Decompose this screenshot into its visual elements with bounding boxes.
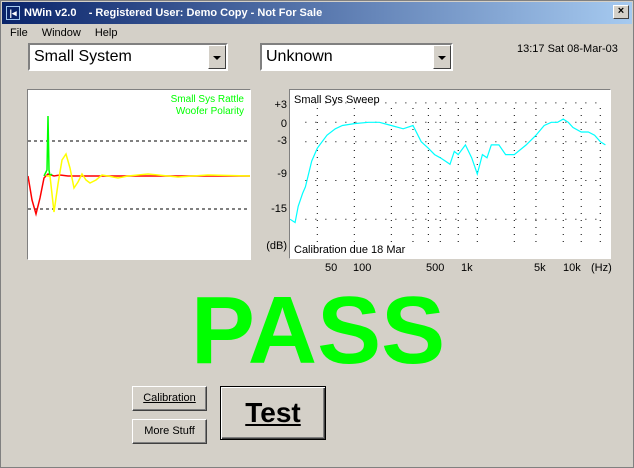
system-select[interactable]: Small System [28, 43, 228, 71]
sweep-plot: Small Sys Sweep Calibration due 18 Mar [289, 94, 606, 256]
rattle-trace [43, 115, 53, 178]
x-tick-label: 100 [353, 262, 372, 274]
status-select-value: Unknown [266, 48, 333, 65]
calibration-button[interactable]: Calibration [132, 386, 207, 411]
rattle-yellow-trace [46, 152, 251, 213]
menu-help[interactable]: Help [87, 27, 124, 39]
y-tick-label: -3 [277, 135, 287, 147]
x-tick-label: 50 [325, 262, 338, 274]
x-tick-label: 500 [426, 262, 445, 274]
legend-line1: Small Sys Rattle [171, 94, 245, 105]
x-axis-label: (Hz) [591, 262, 612, 274]
sweep-panel: Small Sys Sweep Calibration due 18 Mar [289, 89, 611, 259]
app-window: |◂ NWin v2.0 - Registered User: Demo Cop… [0, 0, 634, 468]
status-select[interactable]: Unknown [260, 43, 453, 71]
system-select-value: Small System [34, 48, 132, 65]
chevron-down-icon[interactable] [208, 45, 226, 69]
chevron-down-icon[interactable] [433, 45, 451, 69]
x-tick-label: 1k [461, 262, 473, 274]
calibration-note: Calibration due 18 Mar [294, 244, 406, 256]
result-pass-text: PASS [190, 277, 446, 384]
window-title: NWin v2.0 - Registered User: Demo Copy -… [24, 7, 323, 19]
woofer-polarity-trace [27, 173, 250, 217]
test-button-label: Test [245, 397, 301, 428]
more-stuff-button-label: More Stuff [144, 425, 195, 437]
waveform-plot: Small Sys Rattle Woofer Polarity [27, 94, 251, 217]
y-tick-label: +3 [274, 99, 287, 111]
x-tick-label: 5k [534, 262, 546, 274]
title-bar[interactable]: |◂ NWin v2.0 - Registered User: Demo Cop… [2, 2, 632, 24]
test-button[interactable]: Test [220, 386, 326, 440]
menu-file[interactable]: File [2, 27, 34, 39]
close-button[interactable]: × [613, 5, 629, 19]
sweep-title: Small Sys Sweep [294, 94, 380, 106]
y-tick-label: 0 [280, 118, 287, 130]
legend-line2: Woofer Polarity [176, 106, 244, 117]
more-stuff-button[interactable]: More Stuff [132, 419, 207, 444]
app-icon[interactable]: |◂ [6, 6, 20, 20]
y-tick-label: -15 [271, 203, 287, 215]
calibration-button-label: Calibration [143, 392, 196, 404]
x-tick-label: 10k [563, 262, 581, 274]
menu-window[interactable]: Window [34, 27, 87, 39]
menu-bar: File Window Help [2, 24, 123, 42]
rattle-polarity-panel: Small Sys Rattle Woofer Polarity [27, 89, 251, 260]
sweep-series-line [289, 118, 606, 224]
datetime-display: 13:17 Sat 08-Mar-03 [517, 43, 618, 55]
y-tick-label: -9 [277, 168, 287, 180]
y-axis-label: (dB) [266, 240, 287, 252]
